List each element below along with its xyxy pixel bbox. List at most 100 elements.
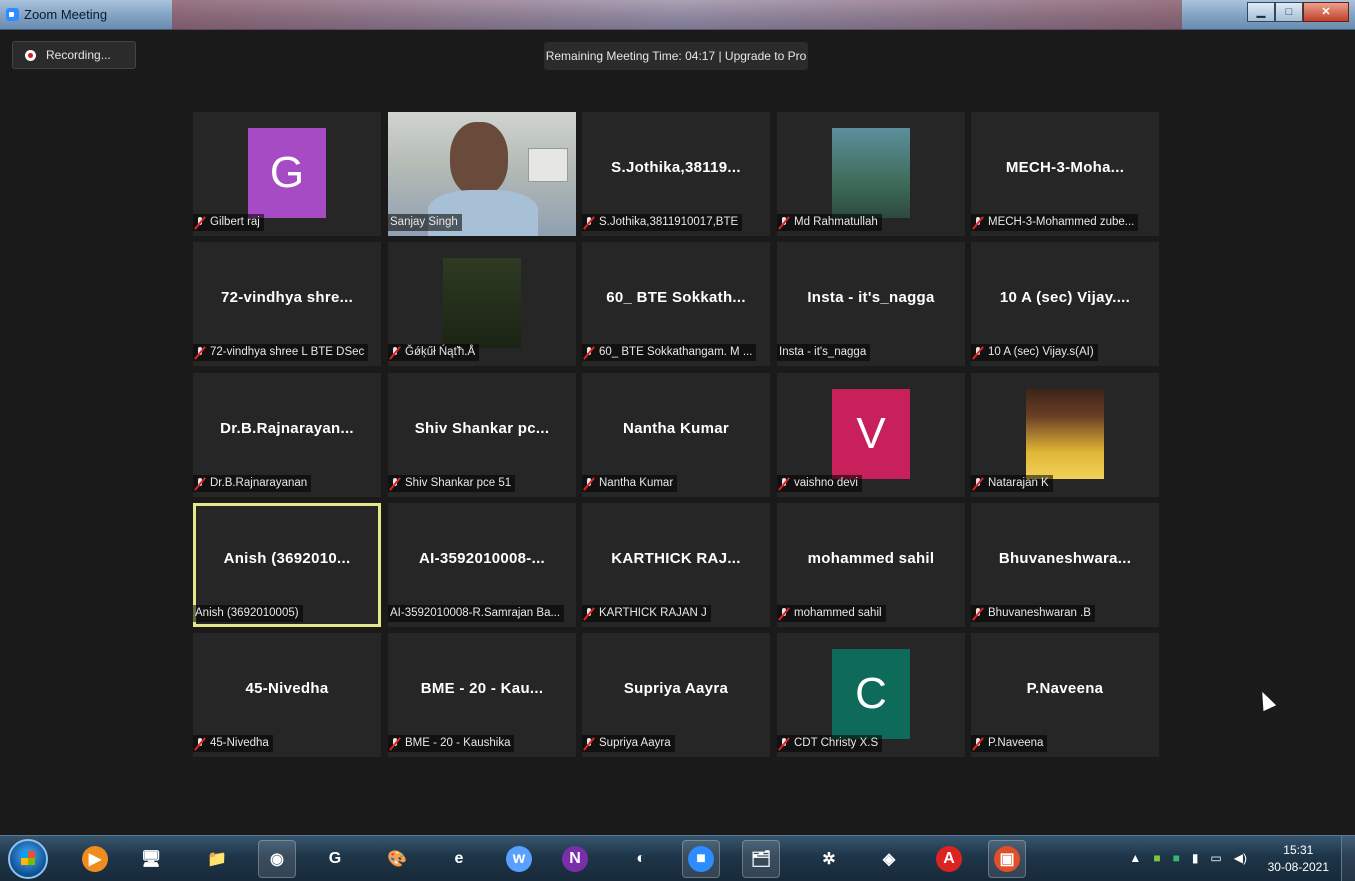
participant-tile[interactable]: Md Rahmatullah <box>777 112 965 236</box>
participant-name-label: Gilbert raj <box>193 214 264 231</box>
participant-name: 60_ BTE Sokkathangam. M ... <box>599 346 753 358</box>
ie-icon[interactable]: e <box>440 840 478 878</box>
participant-name: 10 A (sec) Vijay.s(AI) <box>988 346 1094 358</box>
participant-name-label: BME - 20 - Kaushika <box>388 735 515 752</box>
greenshot-icon[interactable]: G <box>316 840 354 878</box>
mouse-cursor-icon <box>1255 688 1277 712</box>
participant-tile[interactable]: AI-3592010008-... AI-3592010008-R.Samraja… <box>388 503 576 627</box>
mic-muted-icon <box>779 737 789 750</box>
presenter-icon[interactable]: ▣ <box>988 840 1026 878</box>
participant-avatar: G <box>248 128 326 218</box>
tray-app2-icon[interactable]: ■ <box>1173 851 1180 865</box>
participant-name: P.Naveena <box>988 737 1044 749</box>
mic-muted-icon <box>779 477 789 490</box>
participant-name-label: Sanjay Singh <box>388 214 462 231</box>
participant-tile[interactable]: Nantha Kumar Nantha Kumar <box>582 373 770 497</box>
participant-display-name: Dr.B.Rajnarayan... <box>220 420 354 437</box>
participant-tile[interactable]: Bhuvaneshwara... Bhuvaneshwaran .B <box>971 503 1159 627</box>
file-manager-icon[interactable]: 🗂 <box>742 840 780 878</box>
participant-tile[interactable]: KARTHICK RAJ... KARTHICK RAJAN J <box>582 503 770 627</box>
volume-icon[interactable]: ◀) <box>1234 851 1247 865</box>
participant-display-name: Bhuvaneshwara... <box>998 550 1132 567</box>
participant-name: mohammed sahil <box>794 607 882 619</box>
paint-icon[interactable]: 🎨 <box>378 840 416 878</box>
participant-tile[interactable]: Anish (3692010... Anish (3692010005) <box>193 503 381 627</box>
participant-name: CDT Christy X.S <box>794 737 879 749</box>
chrome-icon[interactable]: ◉ <box>258 840 296 878</box>
participant-tile[interactable]: BME - 20 - Kau... BME - 20 - Kaushika <box>388 633 576 757</box>
participant-tile[interactable]: P.Naveena P.Naveena <box>971 633 1159 757</box>
obs-icon[interactable]: ◐ <box>622 840 660 878</box>
pdf-icon[interactable]: A <box>930 840 968 878</box>
mic-muted-icon <box>584 607 594 620</box>
participant-name-label: AI-3592010008-R.Samrajan Ba... <box>388 605 565 622</box>
explorer-icon[interactable]: 📁 <box>198 840 236 878</box>
onenote-icon[interactable]: N <box>556 840 594 878</box>
maximize-button[interactable]: □ <box>1275 2 1303 22</box>
network-icon[interactable]: ▭ <box>1210 851 1221 865</box>
participant-name: Dr.B.Rajnarayanan <box>210 477 308 489</box>
taskbar-clock[interactable]: 15:31 30-08-2021 <box>1268 842 1329 876</box>
participant-name: KARTHICK RAJAN J <box>599 607 707 619</box>
participant-display-name: Insta - it's_nagga <box>807 289 935 306</box>
participant-tile[interactable]: Vvaishno devi <box>777 373 965 497</box>
participant-tile[interactable]: Insta - it's_nagga Insta - it's_nagga <box>777 242 965 366</box>
show-desktop-button[interactable] <box>1341 836 1355 881</box>
participant-tile[interactable]: Supriya Aayra Supriya Aayra <box>582 633 770 757</box>
mic-muted-icon <box>973 737 983 750</box>
mic-muted-icon <box>390 346 400 359</box>
close-button[interactable]: ✕ <box>1303 2 1349 22</box>
participant-photo <box>832 128 910 218</box>
participant-display-name: 10 A (sec) Vijay.... <box>999 289 1131 306</box>
start-icon[interactable] <box>8 839 48 879</box>
mic-muted-icon <box>973 607 983 620</box>
participant-name-label: P.Naveena <box>971 735 1048 752</box>
participant-photo <box>1026 389 1104 479</box>
participant-name: BME - 20 - Kaushika <box>405 737 511 749</box>
mic-muted-icon <box>973 216 983 229</box>
participant-name: S.Jothika,3811910017,BTE <box>599 216 739 228</box>
participant-name-label: vaishno devi <box>777 475 862 492</box>
zoom-icon[interactable]: ■ <box>682 840 720 878</box>
window-title: Zoom Meeting <box>24 7 108 22</box>
network-app-icon[interactable]: ✲ <box>810 840 848 878</box>
participant-tile[interactable]: MECH-3-Moha... MECH-3-Mohammed zube... <box>971 112 1159 236</box>
participant-avatar: C <box>832 649 910 739</box>
participant-name-label: Md Rahmatullah <box>777 214 882 231</box>
participant-name: Gilbert raj <box>210 216 260 228</box>
participant-tile[interactable]: Ğǿķűł Ńąťħ.Å <box>388 242 576 366</box>
participant-display-name: 60_ BTE Sokkath... <box>606 289 746 306</box>
tray-expand-icon[interactable]: ▲ <box>1129 851 1141 865</box>
browser-u-icon[interactable]: w <box>500 840 538 878</box>
participant-tile[interactable]: 72-vindhya shre... 72-vindhya shree L BTE… <box>193 242 381 366</box>
participant-tile[interactable]: 60_ BTE Sokkath... 60_ BTE Sokkathangam. … <box>582 242 770 366</box>
media-player-icon[interactable]: ▶ <box>76 840 114 878</box>
participant-tile[interactable]: 10 A (sec) Vijay.... 10 A (sec) Vijay.s(A… <box>971 242 1159 366</box>
participant-name-label: MECH-3-Mohammed zube... <box>971 214 1139 231</box>
participant-tile[interactable]: G Gilbert raj <box>193 112 381 236</box>
recording-button[interactable]: Recording... <box>12 41 136 69</box>
tray-app-icon[interactable]: ■ <box>1153 851 1160 865</box>
participant-name: Ğǿķűł Ńąťħ.Å <box>405 346 476 358</box>
power-icon[interactable]: ▮ <box>1192 851 1199 865</box>
participant-photo <box>443 258 521 348</box>
participant-name-label: Anish (3692010005) <box>193 605 303 622</box>
participant-display-name: Supriya Aayra <box>623 680 729 697</box>
participant-tile[interactable]: S.Jothika,38119... S.Jothika,3811910017,B… <box>582 112 770 236</box>
remaining-time-banner[interactable]: Remaining Meeting Time: 04:17 | Upgrade … <box>544 42 808 70</box>
participant-tile[interactable]: C CDT Christy X.S <box>777 633 965 757</box>
participant-tile[interactable]: Dr.B.Rajnarayan... Dr.B.Rajnarayanan <box>193 373 381 497</box>
participant-tile[interactable]: mohammed sahil mohammed sahil <box>777 503 965 627</box>
participant-tile[interactable]: Shiv Shankar pc... Shiv Shankar pce 51 <box>388 373 576 497</box>
participant-tile[interactable]: Natarajan K <box>971 373 1159 497</box>
clock-date: 30-08-2021 <box>1267 860 1329 874</box>
git-icon[interactable]: ◈ <box>870 840 908 878</box>
participant-name: 72-vindhya shree L BTE DSec <box>210 346 365 358</box>
participant-tile[interactable]: Sanjay Singh <box>388 112 576 236</box>
title-bar: Zoom Meeting ▁ □ ✕ <box>0 0 1355 30</box>
participant-tile[interactable]: 45-Nivedha 45-Nivedha <box>193 633 381 757</box>
participant-display-name: Shiv Shankar pc... <box>414 420 550 437</box>
minimize-button[interactable]: ▁ <box>1247 2 1275 22</box>
participant-name-label: Supriya Aayra <box>582 735 675 752</box>
remote-icon[interactable]: 🖥 <box>132 840 170 878</box>
